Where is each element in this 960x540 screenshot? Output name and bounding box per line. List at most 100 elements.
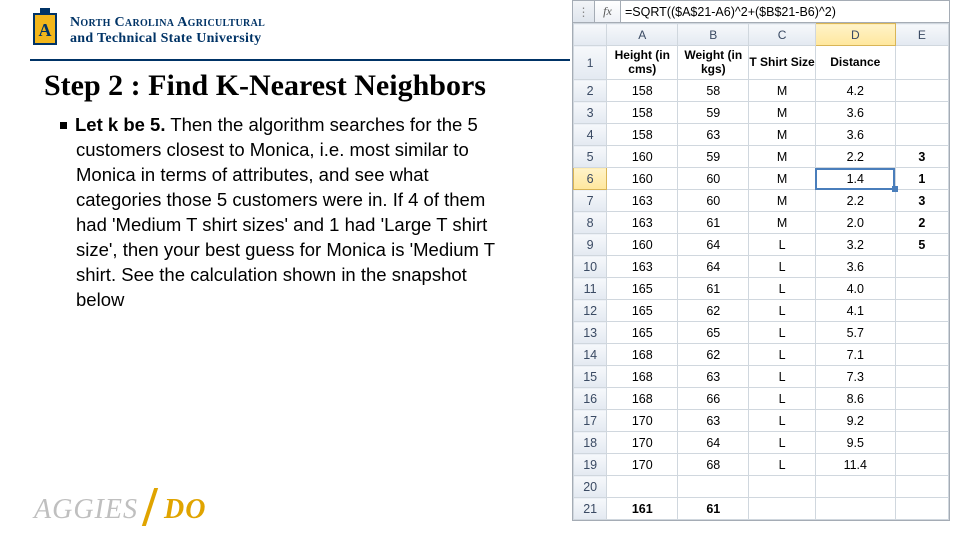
cell-c[interactable]: L bbox=[749, 454, 816, 476]
cell-e[interactable]: 3 bbox=[895, 190, 948, 212]
cell-e[interactable]: 5 bbox=[895, 234, 948, 256]
cell-a[interactable]: 160 bbox=[607, 234, 678, 256]
cell-d[interactable]: 8.6 bbox=[815, 388, 895, 410]
cell-d[interactable]: 7.3 bbox=[815, 366, 895, 388]
cell-a[interactable]: 170 bbox=[607, 432, 678, 454]
cell-c[interactable]: M bbox=[749, 168, 816, 190]
row-header[interactable]: 2 bbox=[574, 80, 607, 102]
row-header-1[interactable]: 1 bbox=[574, 46, 607, 80]
cell-e[interactable] bbox=[895, 124, 948, 146]
cell-a[interactable]: 160 bbox=[607, 168, 678, 190]
cell-c[interactable]: M bbox=[749, 124, 816, 146]
cell-a[interactable]: 160 bbox=[607, 146, 678, 168]
cell-c[interactable]: L bbox=[749, 432, 816, 454]
cell-d[interactable]: 7.1 bbox=[815, 344, 895, 366]
row-header[interactable]: 16 bbox=[574, 388, 607, 410]
row-header[interactable]: 19 bbox=[574, 454, 607, 476]
cell-e[interactable] bbox=[895, 476, 948, 498]
cell-e[interactable] bbox=[895, 388, 948, 410]
row-header[interactable]: 20 bbox=[574, 476, 607, 498]
cell-a[interactable]: 158 bbox=[607, 124, 678, 146]
cell-a[interactable]: 170 bbox=[607, 454, 678, 476]
formula-input[interactable]: =SQRT(($A$21-A6)^2+($B$21-B6)^2) bbox=[621, 1, 949, 22]
cell-e[interactable] bbox=[895, 366, 948, 388]
cell-d[interactable]: 2.0 bbox=[815, 212, 895, 234]
cell-d[interactable]: 2.2 bbox=[815, 146, 895, 168]
cell-b[interactable] bbox=[678, 476, 749, 498]
cell-b[interactable]: 60 bbox=[678, 190, 749, 212]
row-header[interactable]: 12 bbox=[574, 300, 607, 322]
cell-d[interactable]: 4.0 bbox=[815, 278, 895, 300]
cell-d[interactable]: 3.2 bbox=[815, 234, 895, 256]
cell-d[interactable]: 4.2 bbox=[815, 80, 895, 102]
cell-b[interactable]: 63 bbox=[678, 366, 749, 388]
cell-a[interactable]: 168 bbox=[607, 388, 678, 410]
cell-b[interactable]: 58 bbox=[678, 80, 749, 102]
cell-a[interactable]: 163 bbox=[607, 212, 678, 234]
cell-b[interactable]: 61 bbox=[678, 498, 749, 520]
cell-e[interactable]: 2 bbox=[895, 212, 948, 234]
cell-a[interactable]: 163 bbox=[607, 190, 678, 212]
col-header-c[interactable]: C bbox=[749, 24, 816, 46]
cell-b[interactable]: 59 bbox=[678, 146, 749, 168]
cell-c[interactable]: L bbox=[749, 366, 816, 388]
row-header[interactable]: 14 bbox=[574, 344, 607, 366]
cell-c[interactable]: L bbox=[749, 278, 816, 300]
cell-e[interactable] bbox=[895, 278, 948, 300]
cell-b[interactable]: 62 bbox=[678, 300, 749, 322]
cell-d[interactable]: 3.6 bbox=[815, 256, 895, 278]
cell-a[interactable]: 158 bbox=[607, 80, 678, 102]
cell-c[interactable]: M bbox=[749, 212, 816, 234]
row-header[interactable]: 21 bbox=[574, 498, 607, 520]
cell-b[interactable]: 60 bbox=[678, 168, 749, 190]
col-header-a[interactable]: A bbox=[607, 24, 678, 46]
cell-e[interactable] bbox=[895, 322, 948, 344]
cell-c[interactable]: L bbox=[749, 322, 816, 344]
cell-e[interactable]: 3 bbox=[895, 146, 948, 168]
col-header-b[interactable]: B bbox=[678, 24, 749, 46]
cell-c[interactable]: M bbox=[749, 102, 816, 124]
cell-c[interactable]: M bbox=[749, 190, 816, 212]
cell-e[interactable] bbox=[895, 256, 948, 278]
cell-a[interactable] bbox=[607, 476, 678, 498]
cell-d[interactable]: 1.4 bbox=[815, 168, 895, 190]
row-header[interactable]: 11 bbox=[574, 278, 607, 300]
cell-d[interactable]: 9.5 bbox=[815, 432, 895, 454]
cell-b[interactable]: 59 bbox=[678, 102, 749, 124]
row-header[interactable]: 5 bbox=[574, 146, 607, 168]
cell-e[interactable] bbox=[895, 344, 948, 366]
cell-e[interactable] bbox=[895, 498, 948, 520]
row-header[interactable]: 9 bbox=[574, 234, 607, 256]
cell-e[interactable] bbox=[895, 432, 948, 454]
cell-a[interactable]: 165 bbox=[607, 322, 678, 344]
row-header[interactable]: 4 bbox=[574, 124, 607, 146]
cell-c[interactable]: L bbox=[749, 300, 816, 322]
cell-d[interactable]: 5.7 bbox=[815, 322, 895, 344]
row-header[interactable]: 6 bbox=[574, 168, 607, 190]
cell-d[interactable]: 3.6 bbox=[815, 102, 895, 124]
cell-d[interactable]: 11.4 bbox=[815, 454, 895, 476]
cell-b[interactable]: 66 bbox=[678, 388, 749, 410]
row-header[interactable]: 13 bbox=[574, 322, 607, 344]
row-header[interactable]: 10 bbox=[574, 256, 607, 278]
cell-a[interactable]: 158 bbox=[607, 102, 678, 124]
cell-a[interactable]: 165 bbox=[607, 300, 678, 322]
cell-b[interactable]: 63 bbox=[678, 410, 749, 432]
cell-e[interactable] bbox=[895, 80, 948, 102]
cell-b[interactable]: 65 bbox=[678, 322, 749, 344]
cell-b[interactable]: 62 bbox=[678, 344, 749, 366]
cell-b[interactable]: 64 bbox=[678, 432, 749, 454]
cell-d[interactable] bbox=[815, 476, 895, 498]
cell-d[interactable]: 9.2 bbox=[815, 410, 895, 432]
cell-b[interactable]: 63 bbox=[678, 124, 749, 146]
row-header[interactable]: 15 bbox=[574, 366, 607, 388]
cell-c[interactable]: M bbox=[749, 146, 816, 168]
row-header[interactable]: 3 bbox=[574, 102, 607, 124]
col-header-e[interactable]: E bbox=[895, 24, 948, 46]
cell-d[interactable]: 4.1 bbox=[815, 300, 895, 322]
row-header[interactable]: 8 bbox=[574, 212, 607, 234]
cell-b[interactable]: 64 bbox=[678, 234, 749, 256]
cell-c[interactable] bbox=[749, 498, 816, 520]
col-header-d[interactable]: D bbox=[815, 24, 895, 46]
cell-e[interactable] bbox=[895, 102, 948, 124]
